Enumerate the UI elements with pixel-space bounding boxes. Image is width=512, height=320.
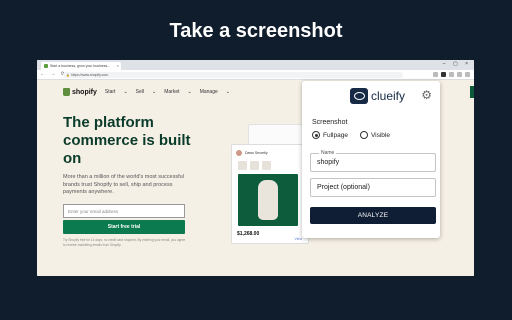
thumbnail-row (232, 161, 308, 170)
vase-image (258, 180, 278, 220)
start-free-trial-button[interactable]: Start free trial (63, 220, 185, 234)
thumbnail (250, 161, 259, 170)
clueify-popup: clueify ⚙ Screenshot Fullpage Visible Na… (302, 81, 440, 238)
close-tab-icon[interactable]: × (117, 63, 119, 68)
chevron-down-icon: ⌄ (152, 89, 157, 95)
project-field[interactable]: Project (optional) (310, 178, 436, 197)
thumbnail (238, 161, 247, 170)
seller-name: Dawn Secretly (245, 151, 268, 155)
screenshot-mode-group: Fullpage Visible (312, 131, 390, 139)
radio-visible[interactable]: Visible (359, 131, 390, 139)
extension-icon[interactable] (449, 72, 454, 77)
nav-item-start[interactable]: Start (105, 89, 116, 95)
shopify-favicon-icon (44, 64, 48, 68)
extension-icons (433, 72, 470, 77)
fineprint-text: Try Shopify free for 14 days, no credit … (63, 238, 186, 247)
email-field[interactable]: Enter your email address (63, 204, 185, 218)
address-bar: ← → ⟳ 🔒 https://www.shopify.com (37, 70, 474, 80)
clueify-extension-icon[interactable] (441, 72, 446, 77)
product-price: $1,268.00 (237, 231, 260, 237)
chevron-down-icon: ⌄ (225, 89, 230, 95)
product-card: Dawn Secretly $1,268.00 View (231, 144, 309, 244)
radio-checked-icon[interactable] (312, 131, 320, 139)
radio-fullpage[interactable]: Fullpage (312, 131, 348, 139)
nav-item-sell[interactable]: Sell (136, 89, 144, 95)
hero-title: Take a screenshot (169, 20, 343, 42)
name-field[interactable]: Name shopify (310, 150, 436, 172)
chevron-down-icon: ⌄ (123, 89, 128, 95)
site-nav: shopify Start ⌄ Sell ⌄ Market ⌄ Manage ⌄ (63, 88, 230, 96)
name-field-value: shopify (317, 159, 340, 166)
url-input[interactable]: 🔒 https://www.shopify.com (63, 72, 403, 78)
nav-item-market[interactable]: Market (164, 89, 179, 95)
product-image (238, 174, 298, 226)
url-text: https://www.shopify.com (71, 73, 109, 77)
project-field-placeholder: Project (optional) (317, 184, 370, 191)
chevron-down-icon: ⌄ (187, 89, 192, 95)
shopify-logo[interactable]: shopify (63, 88, 97, 96)
page-headline: The platform commerce is built on (63, 114, 191, 167)
tab-bar: Start a business, grow your business... … (37, 60, 474, 70)
analyze-button[interactable]: ANALYZE (310, 207, 436, 224)
avatar (236, 150, 242, 156)
menu-icon[interactable] (465, 72, 470, 77)
product-link[interactable]: View (294, 237, 302, 241)
tab-title: Start a business, grow your business... (50, 64, 111, 68)
browser-tab[interactable]: Start a business, grow your business... … (41, 62, 121, 70)
name-field-legend: Name (319, 150, 337, 156)
page-subtext: More than a million of the world's most … (63, 174, 184, 195)
window-controls[interactable]: – ▢ × (443, 61, 471, 67)
shopify-logo-text: shopify (72, 88, 97, 96)
radio-fullpage-label: Fullpage (323, 131, 348, 139)
shopify-bag-icon (63, 88, 70, 96)
gear-icon[interactable]: ⚙ (421, 88, 432, 102)
clueify-eye-icon (350, 88, 368, 104)
thumbnail (262, 161, 271, 170)
clueify-logo: clueify (350, 88, 405, 104)
nav-cta-button[interactable] (470, 86, 474, 98)
lock-icon: 🔒 (66, 73, 70, 77)
nav-item-manage[interactable]: Manage (200, 89, 218, 95)
radio-visible-label: Visible (370, 131, 390, 139)
screenshot-label: Screenshot (312, 119, 348, 126)
product-card-header: Dawn Secretly (232, 145, 308, 161)
extension-icon[interactable] (433, 72, 438, 77)
clueify-name: clueify (371, 89, 406, 103)
profile-icon[interactable] (457, 72, 462, 77)
radio-unchecked-icon[interactable] (359, 131, 368, 139)
